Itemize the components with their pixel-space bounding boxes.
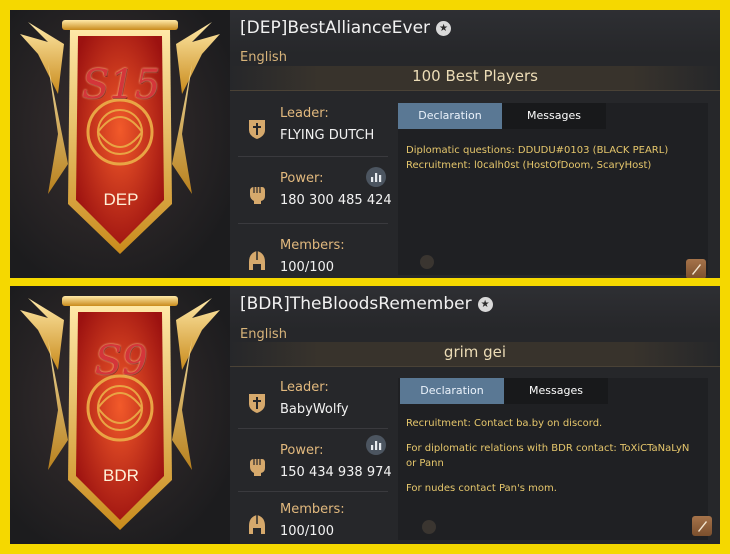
alliance-language: English <box>240 327 287 342</box>
season-label: S15 <box>81 62 161 108</box>
leader-name[interactable]: FLYING DUTCH <box>280 128 374 143</box>
declaration-line: Recruitment: l0calh0st (HostOfDoom, Scar… <box>406 160 652 171</box>
motto-bar: 100 Best Players <box>230 66 720 91</box>
stat-divider <box>238 491 388 492</box>
members-stat: Members: 100/100 <box>238 496 398 544</box>
fist-icon <box>250 187 265 204</box>
stat-divider <box>238 428 388 429</box>
alliance-name-bar: [BDR]TheBloodsRemember ★ <box>230 286 720 330</box>
power-label: Power: <box>280 443 324 458</box>
members-count: 100/100 <box>280 260 335 275</box>
quill-edit-icon[interactable] <box>692 516 712 536</box>
seal-icon <box>420 255 434 269</box>
members-label: Members: <box>280 238 345 253</box>
alliance-banner: S9 BDR <box>10 286 230 544</box>
alliance-panel-bdr: S9 BDR [BDR]TheBloodsRemember ★ English g… <box>10 286 720 544</box>
shield-cross-icon <box>249 120 265 139</box>
tab-declaration[interactable]: Declaration <box>400 378 504 404</box>
declaration-panel: Declaration Messages Diplomatic question… <box>398 103 708 278</box>
declaration-line: Recruitment: Contact ba.by on discord. <box>406 418 603 429</box>
alliance-panel-dep: S15 DEP [DEP]BestAllianceEver ★ English 1… <box>10 10 720 278</box>
power-label: Power: <box>280 171 324 186</box>
alliance-tag: DEP <box>103 190 139 209</box>
stat-divider <box>238 223 388 224</box>
alliance-name-bar: [DEP]BestAllianceEver ★ <box>230 10 720 54</box>
helmet-icon <box>249 515 265 534</box>
alliance-banner: S15 DEP <box>10 10 230 278</box>
seal-icon <box>422 520 436 534</box>
star-icon[interactable]: ★ <box>477 297 493 312</box>
power-value: 150 434 938 974 <box>280 465 392 480</box>
helmet-icon <box>249 251 265 270</box>
declaration-line: For diplomatic relations with BDR contac… <box>406 443 690 469</box>
tab-declaration[interactable]: Declaration <box>398 103 502 129</box>
members-stat: Members: 100/100 <box>238 232 398 278</box>
tab-messages[interactable]: Messages <box>504 378 608 404</box>
alliance-language: English <box>240 50 287 65</box>
star-icon[interactable]: ★ <box>436 21 452 36</box>
banner-emblem-icon <box>20 20 220 254</box>
declaration-line: Diplomatic questions: DDUDU#0103 (BLACK … <box>406 145 669 156</box>
quill-edit-icon[interactable] <box>686 259 706 278</box>
fist-icon <box>250 459 265 476</box>
members-count: 100/100 <box>280 524 335 539</box>
alliance-tag: BDR <box>103 466 139 485</box>
alliance-name: [BDR]TheBloodsRemember <box>240 294 472 314</box>
motto-bar: grim gei <box>230 342 720 367</box>
leader-stat: Leader: BabyWolfy <box>238 374 398 436</box>
leader-label: Leader: <box>280 106 329 121</box>
leader-label: Leader: <box>280 380 329 395</box>
tab-messages[interactable]: Messages <box>502 103 606 129</box>
alliance-name: [DEP]BestAllianceEver <box>240 18 431 38</box>
bar-chart-icon[interactable] <box>366 435 386 455</box>
banner-emblem-icon <box>20 296 220 530</box>
leader-stat: Leader: FLYING DUTCH <box>238 100 398 162</box>
declaration-panel: Declaration Messages Recruitment: Contac… <box>398 378 712 540</box>
season-label: S9 <box>94 338 148 384</box>
members-label: Members: <box>280 502 345 517</box>
declaration-text: Diplomatic questions: DDUDU#0103 (BLACK … <box>406 143 702 173</box>
declaration-line: For nudes contact Pan's mom. <box>406 483 557 494</box>
alliance-motto: grim gei <box>443 343 507 361</box>
power-value: 180 300 485 424 <box>280 193 392 208</box>
shield-cross-icon <box>249 394 265 413</box>
bar-chart-icon[interactable] <box>366 167 386 187</box>
stat-divider <box>238 156 388 157</box>
declaration-text: Recruitment: Contact ba.by on discord. F… <box>406 416 702 496</box>
leader-name[interactable]: BabyWolfy <box>280 402 349 417</box>
alliance-motto: 100 Best Players <box>412 67 538 85</box>
